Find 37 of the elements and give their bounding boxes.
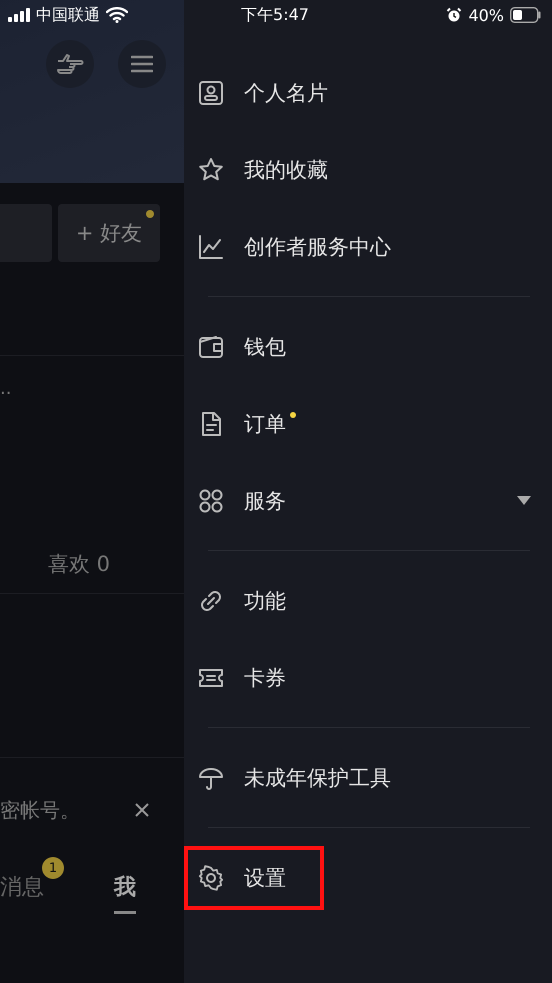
battery-percent: 40%	[468, 6, 504, 24]
star-icon	[198, 156, 224, 182]
menu-item[interactable]: 我的收藏	[184, 138, 366, 202]
battery-icon	[510, 7, 542, 23]
caret-down-icon[interactable]	[517, 496, 531, 505]
menu-item[interactable]: 卡券	[184, 646, 324, 710]
grid-icon	[198, 488, 224, 514]
wallet-icon	[198, 334, 224, 360]
menu-item[interactable]: 创作者服务中心	[184, 214, 429, 278]
menu-item[interactable]: 钱包	[184, 314, 324, 378]
menu-item[interactable]: 订单	[184, 392, 324, 456]
menu-item[interactable]: 设置	[184, 846, 324, 910]
menu-button[interactable]	[118, 40, 166, 88]
menu-item[interactable]: 功能	[184, 568, 324, 632]
add-friend-button[interactable]: + 好友	[58, 204, 160, 262]
likes-count: 喜欢 0	[48, 551, 110, 578]
status-time: 下午5:47	[241, 4, 309, 26]
menu-item[interactable]: 个人名片	[184, 60, 366, 124]
close-button[interactable]	[134, 802, 150, 818]
nav-tab[interactable]: 我	[114, 872, 136, 902]
carrier-name: 中国联通	[36, 4, 100, 26]
signal-icon	[8, 8, 30, 22]
line-chart-icon	[198, 234, 224, 260]
pointing-hand-icon	[55, 52, 85, 76]
unread-badge: 1	[42, 857, 64, 879]
menu-item[interactable]: 服务	[184, 468, 324, 532]
menu-icon	[131, 55, 153, 73]
pointing-hand-button[interactable]	[46, 40, 94, 88]
notice-text: 密帐号。	[0, 796, 80, 824]
close-icon	[134, 802, 150, 818]
settings-icon	[198, 864, 224, 890]
tab-indicator	[114, 911, 136, 914]
contact-card-icon	[198, 80, 224, 106]
alarm-clock-icon	[446, 7, 462, 23]
wifi-icon	[106, 7, 128, 23]
truncated-text: ..	[0, 377, 12, 401]
menu-item[interactable]: 未成年保护工具	[184, 746, 429, 810]
